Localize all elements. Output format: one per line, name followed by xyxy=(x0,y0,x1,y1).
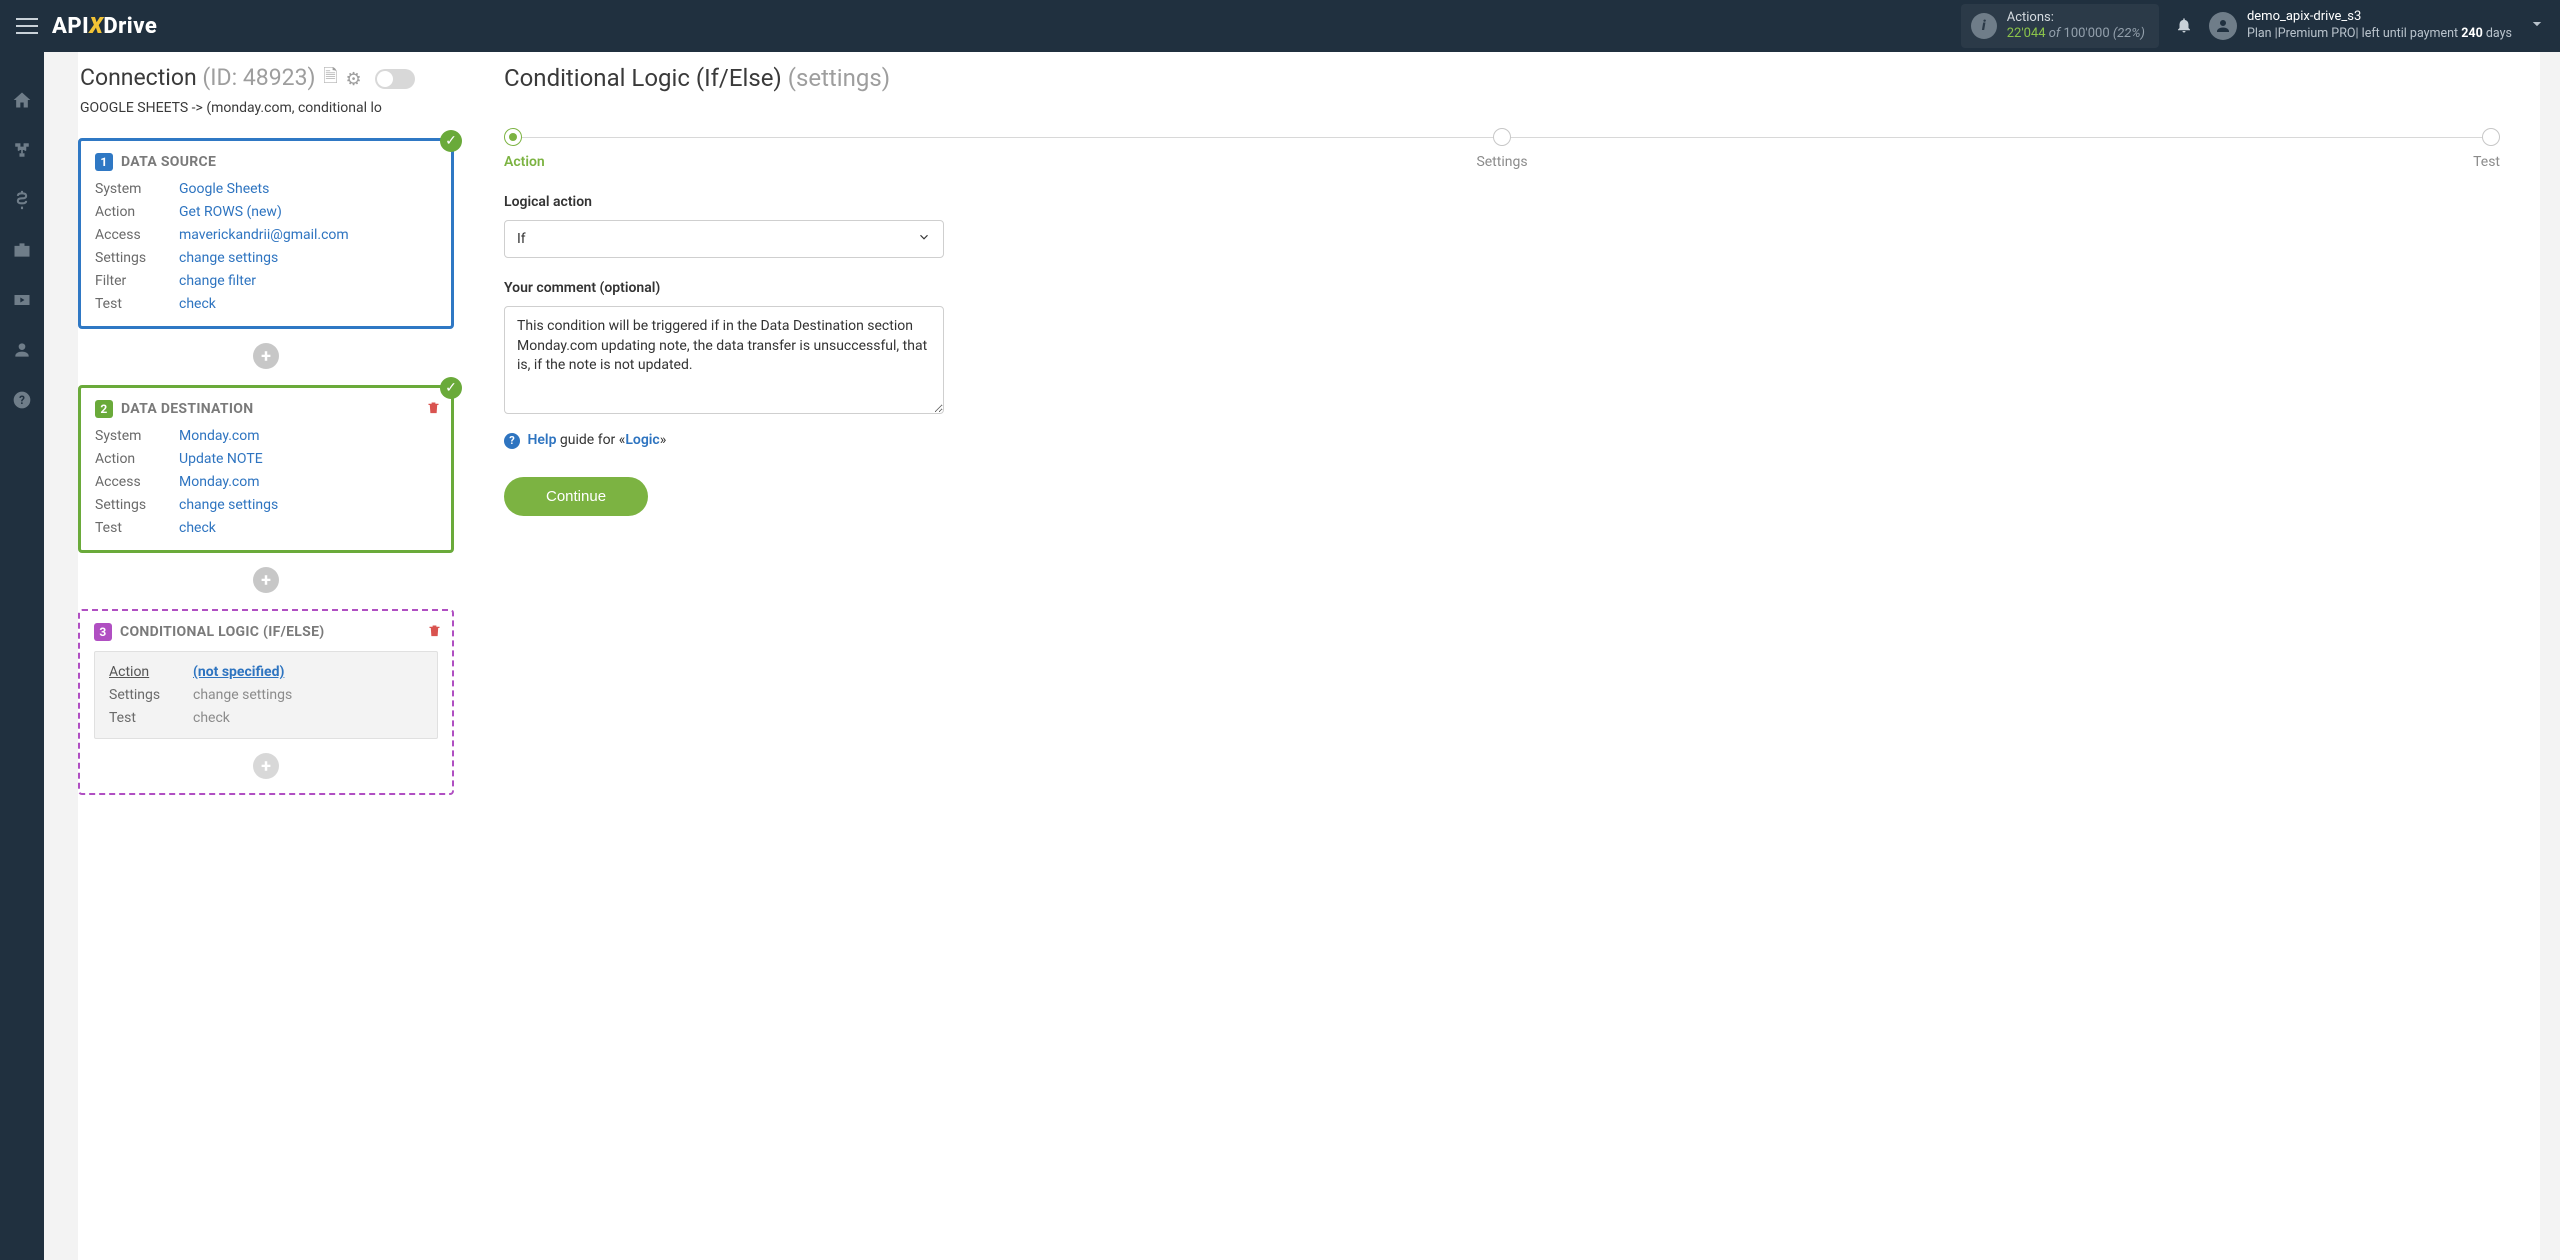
actions-of: of xyxy=(2046,26,2064,41)
access-link[interactable]: Monday.com xyxy=(179,474,260,490)
briefcase-icon[interactable] xyxy=(12,240,32,260)
kv-key: Settings xyxy=(95,497,179,513)
sitemap-icon[interactable] xyxy=(12,140,32,160)
kv-key: Test xyxy=(95,296,179,312)
connection-id: (ID: 48923) xyxy=(202,64,315,91)
add-block-button[interactable]: + xyxy=(253,343,279,369)
document-icon[interactable]: 🗎 xyxy=(323,66,337,87)
actions-counter[interactable]: i Actions: 22'044 of 100'000 (22%) xyxy=(1961,4,2159,49)
question-icon: ? xyxy=(504,433,520,449)
connection-toggle[interactable] xyxy=(375,69,415,89)
connection-path: GOOGLE SHEETS -> (monday.com, conditiona… xyxy=(80,100,452,116)
chevron-down-icon xyxy=(2530,17,2544,35)
brand-logo: APIXDrive xyxy=(52,14,157,39)
action-link[interactable]: Get ROWS (new) xyxy=(179,204,282,220)
svg-text:?: ? xyxy=(19,393,25,407)
logical-action-select[interactable]: If xyxy=(504,220,944,258)
block-number: 3 xyxy=(94,623,112,641)
system-link[interactable]: Google Sheets xyxy=(179,181,269,197)
trash-icon[interactable] xyxy=(427,623,442,642)
action-link[interactable]: Update NOTE xyxy=(179,451,263,467)
home-icon[interactable] xyxy=(12,90,32,110)
block-title-text: CONDITIONAL LOGIC (IF/ELSE) xyxy=(120,624,324,640)
filter-link[interactable]: change filter xyxy=(179,273,256,289)
actions-pct: (22%) xyxy=(2110,26,2145,41)
user-menu[interactable]: demo_apix-drive_s3 Plan |Premium PRO| le… xyxy=(2209,9,2544,42)
block-number: 1 xyxy=(95,153,113,171)
youtube-icon[interactable] xyxy=(12,290,32,310)
chevron-down-icon xyxy=(917,230,931,248)
logo-x: X xyxy=(89,14,103,39)
kv-key: Settings xyxy=(95,250,179,266)
add-block-button[interactable]: + xyxy=(253,567,279,593)
kv-key: Settings xyxy=(109,687,193,703)
check-icon: ✓ xyxy=(440,377,462,399)
block-title-text: DATA SOURCE xyxy=(121,154,216,170)
add-inner-button[interactable]: + xyxy=(253,753,279,779)
test-link[interactable]: check xyxy=(179,520,216,536)
comment-label: Your comment (optional) xyxy=(504,280,2500,296)
select-value: If xyxy=(517,231,526,247)
action-unspecified-link[interactable]: (not specified) xyxy=(193,664,284,680)
test-link[interactable]: check xyxy=(179,296,216,312)
access-link[interactable]: maverickandrii@gmail.com xyxy=(179,227,349,243)
page-title: Conditional Logic (If/Else) (settings) xyxy=(504,64,2500,92)
data-destination-block[interactable]: ✓ 2 DATA DESTINATION SystemMonday.com Ac… xyxy=(78,385,454,553)
user-name: demo_apix-drive_s3 xyxy=(2247,9,2512,26)
kv-key: Access xyxy=(95,474,179,490)
left-rail: ? xyxy=(0,52,44,1260)
conditional-logic-block[interactable]: 3 CONDITIONAL LOGIC (IF/ELSE) Action(not… xyxy=(78,609,454,795)
help-icon[interactable]: ? xyxy=(12,390,32,410)
comment-textarea[interactable] xyxy=(504,306,944,414)
logical-action-label: Logical action xyxy=(504,194,2500,210)
block-number: 2 xyxy=(95,400,113,418)
step-settings[interactable]: Settings xyxy=(1493,128,1511,146)
help-link[interactable]: Help xyxy=(527,432,556,448)
settings-link[interactable]: change settings xyxy=(179,250,278,266)
block-title-text: DATA DESTINATION xyxy=(121,401,253,417)
test-disabled: check xyxy=(193,710,423,726)
kv-key: Filter xyxy=(95,273,179,289)
settings-link[interactable]: change settings xyxy=(179,497,278,513)
system-link[interactable]: Monday.com xyxy=(179,428,260,444)
actions-label: Actions: xyxy=(2007,10,2145,26)
menu-toggle[interactable] xyxy=(16,18,38,34)
bell-icon[interactable] xyxy=(2175,16,2193,36)
gear-icon[interactable]: ⚙ xyxy=(345,69,361,90)
logo-drive: Drive xyxy=(103,14,157,39)
kv-key: Action xyxy=(95,204,179,220)
step-action[interactable]: Action xyxy=(504,128,522,146)
stepper: Action Settings Test xyxy=(504,128,2500,146)
check-icon: ✓ xyxy=(440,130,462,152)
help-logic-link[interactable]: Logic xyxy=(625,432,659,448)
connection-title: Connection (ID: 48923) 🗎 ⚙ xyxy=(80,64,452,94)
kv-key: Action xyxy=(95,451,179,467)
continue-button[interactable]: Continue xyxy=(504,477,648,516)
kv-key: System xyxy=(95,181,179,197)
logo-api: API xyxy=(52,14,89,39)
actions-limit: 100'000 xyxy=(2064,26,2110,41)
help-row: ? Help guide for «Logic» xyxy=(504,432,2500,449)
actions-count: 22'044 xyxy=(2007,26,2046,41)
kv-key: System xyxy=(95,428,179,444)
info-icon: i xyxy=(1971,13,1997,39)
kv-key: Action xyxy=(109,664,193,680)
data-source-block[interactable]: ✓ 1 DATA SOURCE SystemGoogle Sheets Acti… xyxy=(78,138,454,329)
trash-icon[interactable] xyxy=(426,400,441,419)
kv-key: Test xyxy=(95,520,179,536)
settings-disabled: change settings xyxy=(193,687,423,703)
user-icon[interactable] xyxy=(12,340,32,360)
plan-line: Plan |Premium PRO| left until payment 24… xyxy=(2247,26,2512,42)
step-test[interactable]: Test xyxy=(2482,128,2500,146)
avatar-icon xyxy=(2209,12,2237,40)
dollar-icon[interactable] xyxy=(12,190,32,210)
kv-key: Test xyxy=(109,710,193,726)
kv-key: Access xyxy=(95,227,179,243)
